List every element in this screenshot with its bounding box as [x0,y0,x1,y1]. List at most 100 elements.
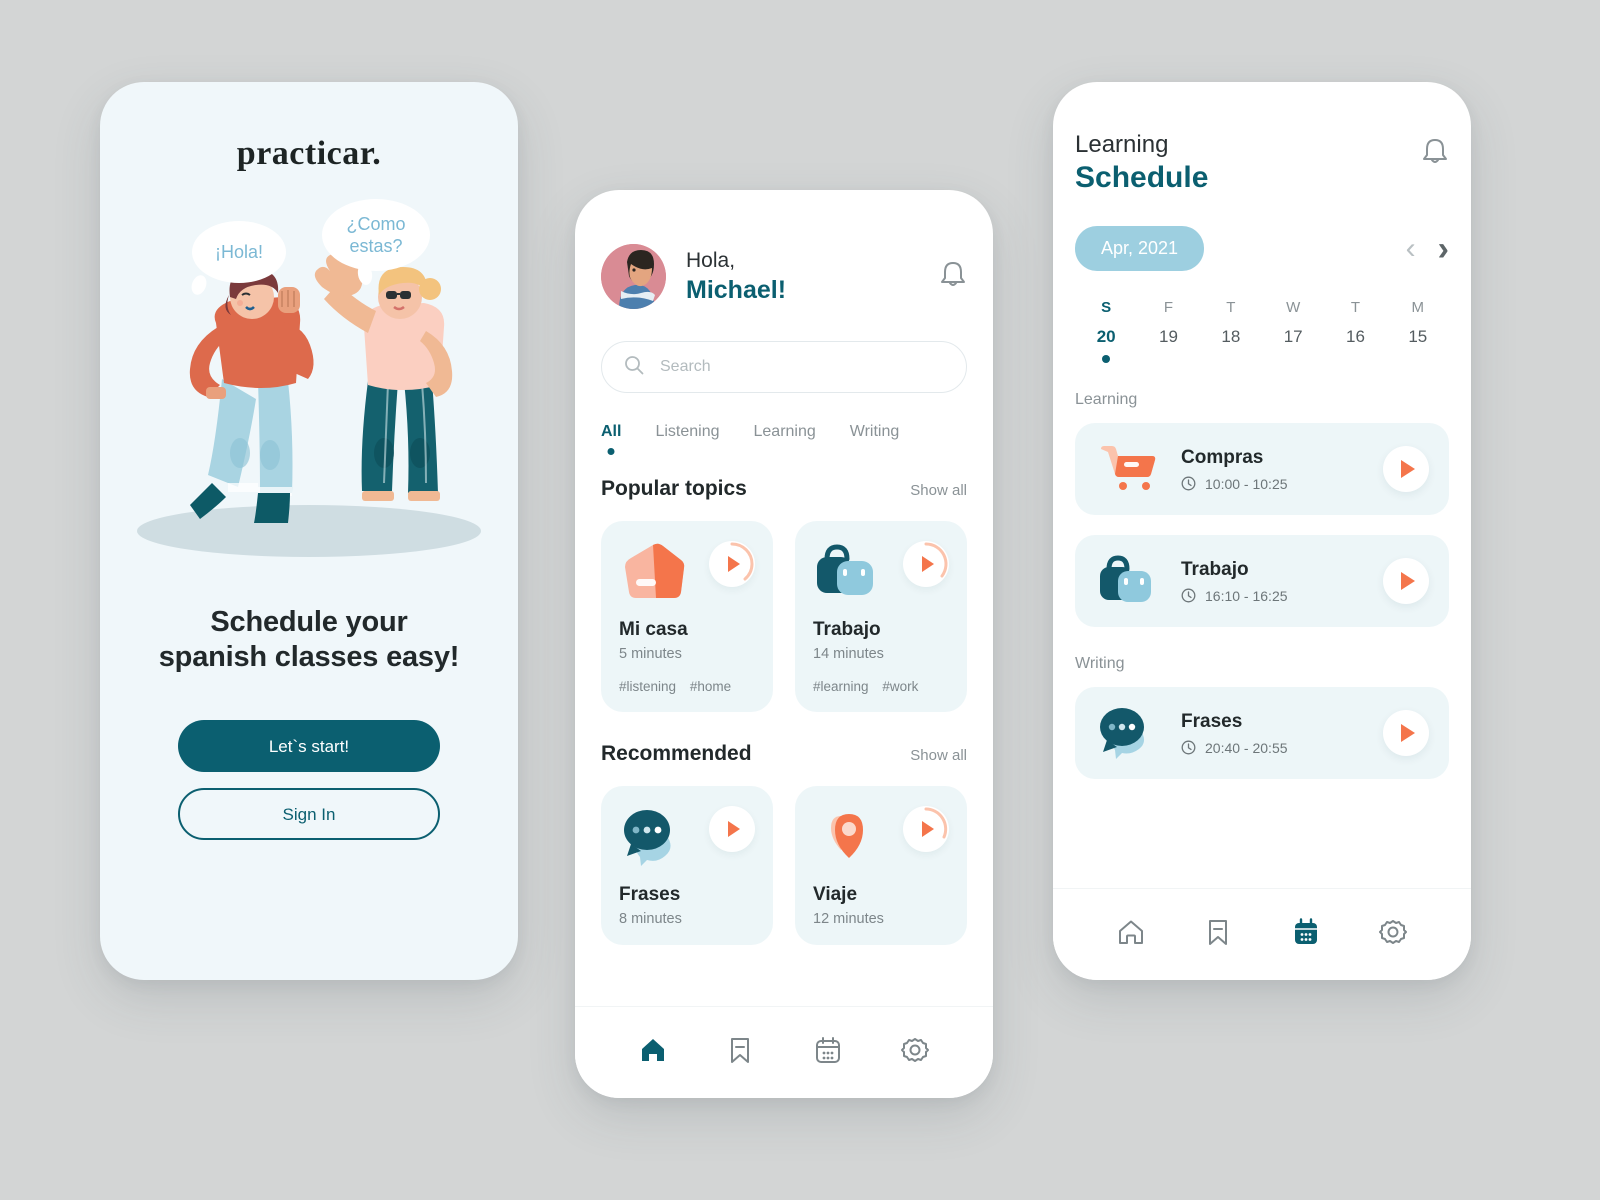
home-header: Hola, Michael! [601,190,967,309]
play-button-trabajo[interactable] [903,541,949,587]
nav-calendar-icon[interactable] [813,1035,843,1070]
nav-gear-icon[interactable] [1378,917,1408,952]
nav-home-icon[interactable] [638,1035,668,1070]
group-label-writing: Writing [1075,655,1125,672]
day-cell-16[interactable]: T 16 [1324,299,1386,363]
screens-canvas: practicar. ¡Hola! ¿Como estas? Schedule … [0,0,1600,1200]
day-of-week: S [1101,299,1112,316]
category-tabs: All Listening Learning Writing [601,423,967,455]
tab-all[interactable]: All [601,423,621,455]
briefcase-icon [813,541,883,603]
prev-month-icon[interactable]: ‹ [1406,233,1416,264]
tag: #learning [813,679,869,694]
schedule-item-trabajo[interactable]: Trabajo 16:10 - 16:25 [1075,535,1449,627]
schedule-bottom-nav [1053,888,1471,980]
nav-calendar-icon[interactable] [1291,917,1321,952]
schedule-item-name: Frases [1181,710,1243,732]
day-cell-18[interactable]: T 18 [1200,299,1262,363]
play-triangle [727,821,740,837]
onboarding-illustration: ¡Hola! ¿Como estas? [100,191,518,591]
schedule-screen: Learning Schedule Apr, 2021 ‹ › S 20 F 1… [1053,82,1471,980]
bell-icon[interactable] [1421,136,1449,171]
clock-icon [1181,476,1196,491]
day-of-week: W [1286,299,1301,316]
onboarding-headline: Schedule your spanish classes easy! [100,605,518,676]
schedule-item-text: Trabajo 16:10 - 16:25 [1181,559,1288,604]
day-cell-15[interactable]: M 15 [1387,299,1449,363]
clock-icon [1181,588,1196,603]
show-all-popular-link[interactable]: Show all [910,482,967,499]
home-screen: Hola, Michael! Search All Listening Lear… [575,190,993,1098]
topic-tags: #learning #work [813,679,949,694]
lets-start-button[interactable]: Let`s start! [178,719,440,772]
day-cell-20[interactable]: S 20 [1075,299,1137,363]
play-button-mi-casa[interactable] [709,541,755,587]
speech-bubble-hola: ¡Hola! [192,221,286,283]
topic-name: Frases [619,884,681,905]
speech-bubble-hola-text: ¡Hola! [214,241,263,262]
speech-bubble-como-estas-text: ¿Como estas? [346,213,406,257]
popular-topics-cards: Mi casa 5 minutes #listening #home Traba… [601,521,967,712]
play-button-frases[interactable] [1383,710,1429,756]
nav-bookmark-icon[interactable] [1203,917,1233,952]
day-number: 15 [1408,327,1428,346]
page-title: Schedule [1075,161,1209,194]
play-button-viaje[interactable] [903,806,949,852]
day-number: 19 [1159,327,1178,346]
schedule-item-time: 10:00 - 10:25 [1205,475,1288,492]
play-button-compras[interactable] [1383,446,1429,492]
day-cell-19[interactable]: F 19 [1137,299,1199,363]
section-title: Popular topics [601,477,747,500]
avatar[interactable] [601,244,666,309]
day-number: 18 [1221,327,1241,346]
schedule-item-time: 16:10 - 16:25 [1205,587,1288,604]
headline-line-1: Schedule your [210,606,408,638]
search-input[interactable] [660,358,944,376]
tab-writing[interactable]: Writing [850,423,900,455]
nav-bookmark-icon[interactable] [725,1035,755,1070]
tag: #home [689,679,732,694]
day-number: 20 [1096,327,1116,346]
home-bottom-nav [575,1006,993,1098]
greeting-block: Hola, Michael! [686,247,786,307]
day-of-week: T [1350,299,1361,316]
topic-card-mi-casa[interactable]: Mi casa 5 minutes #listening #home [601,521,773,712]
nav-gear-icon[interactable] [900,1035,930,1070]
play-button-trabajo[interactable] [1383,558,1429,604]
schedule-title-small: Learning [1075,131,1169,158]
tab-learning[interactable]: Learning [754,423,816,455]
next-month-icon[interactable]: › [1438,232,1449,266]
popular-topics-header: Popular topics Show all [601,477,967,501]
sign-in-button[interactable]: Sign In [178,787,440,840]
tag: #listening [619,679,677,694]
topic-card-frases[interactable]: Frases 8 minutes [601,786,773,945]
schedule-item-frases[interactable]: Frases 20:40 - 20:55 [1075,687,1449,779]
schedule-item-time-row: 16:10 - 16:25 [1181,588,1288,604]
day-cell-17[interactable]: W 17 [1262,299,1324,363]
play-triangle [1400,724,1415,742]
onboarding-screen: practicar. ¡Hola! ¿Como estas? Schedule … [100,82,518,980]
shopping-cart-icon [1095,441,1165,497]
schedule-item-compras[interactable]: Compras 10:00 - 10:25 [1075,423,1449,515]
tab-listening[interactable]: Listening [655,423,719,455]
schedule-item-text: Frases 20:40 - 20:55 [1181,711,1288,756]
month-chip[interactable]: Apr, 2021 [1075,226,1205,271]
topic-duration: 14 minutes [813,646,884,662]
nav-home-icon[interactable] [1116,917,1146,952]
search-bar[interactable] [601,341,967,393]
onboarding-actions: Let`s start! Sign In [100,719,518,840]
month-selector-row: Apr, 2021 ‹ › [1075,226,1449,271]
topic-card-viaje[interactable]: Viaje 12 minutes [795,786,967,945]
topic-name: Mi casa [619,619,688,640]
selected-day-dot [1102,355,1111,363]
topic-duration: 8 minutes [619,911,682,927]
topic-card-trabajo[interactable]: Trabajo 14 minutes #learning #work [795,521,967,712]
bell-icon[interactable] [939,259,967,294]
schedule-header: Learning Schedule [1075,82,1449,196]
schedule-item-text: Compras 10:00 - 10:25 [1181,447,1288,492]
play-button-frases[interactable] [709,806,755,852]
recommended-header: Recommended Show all [601,742,967,766]
chat-bubble-icon [619,806,689,868]
show-all-recommended-link[interactable]: Show all [910,747,967,764]
search-icon [624,355,644,380]
